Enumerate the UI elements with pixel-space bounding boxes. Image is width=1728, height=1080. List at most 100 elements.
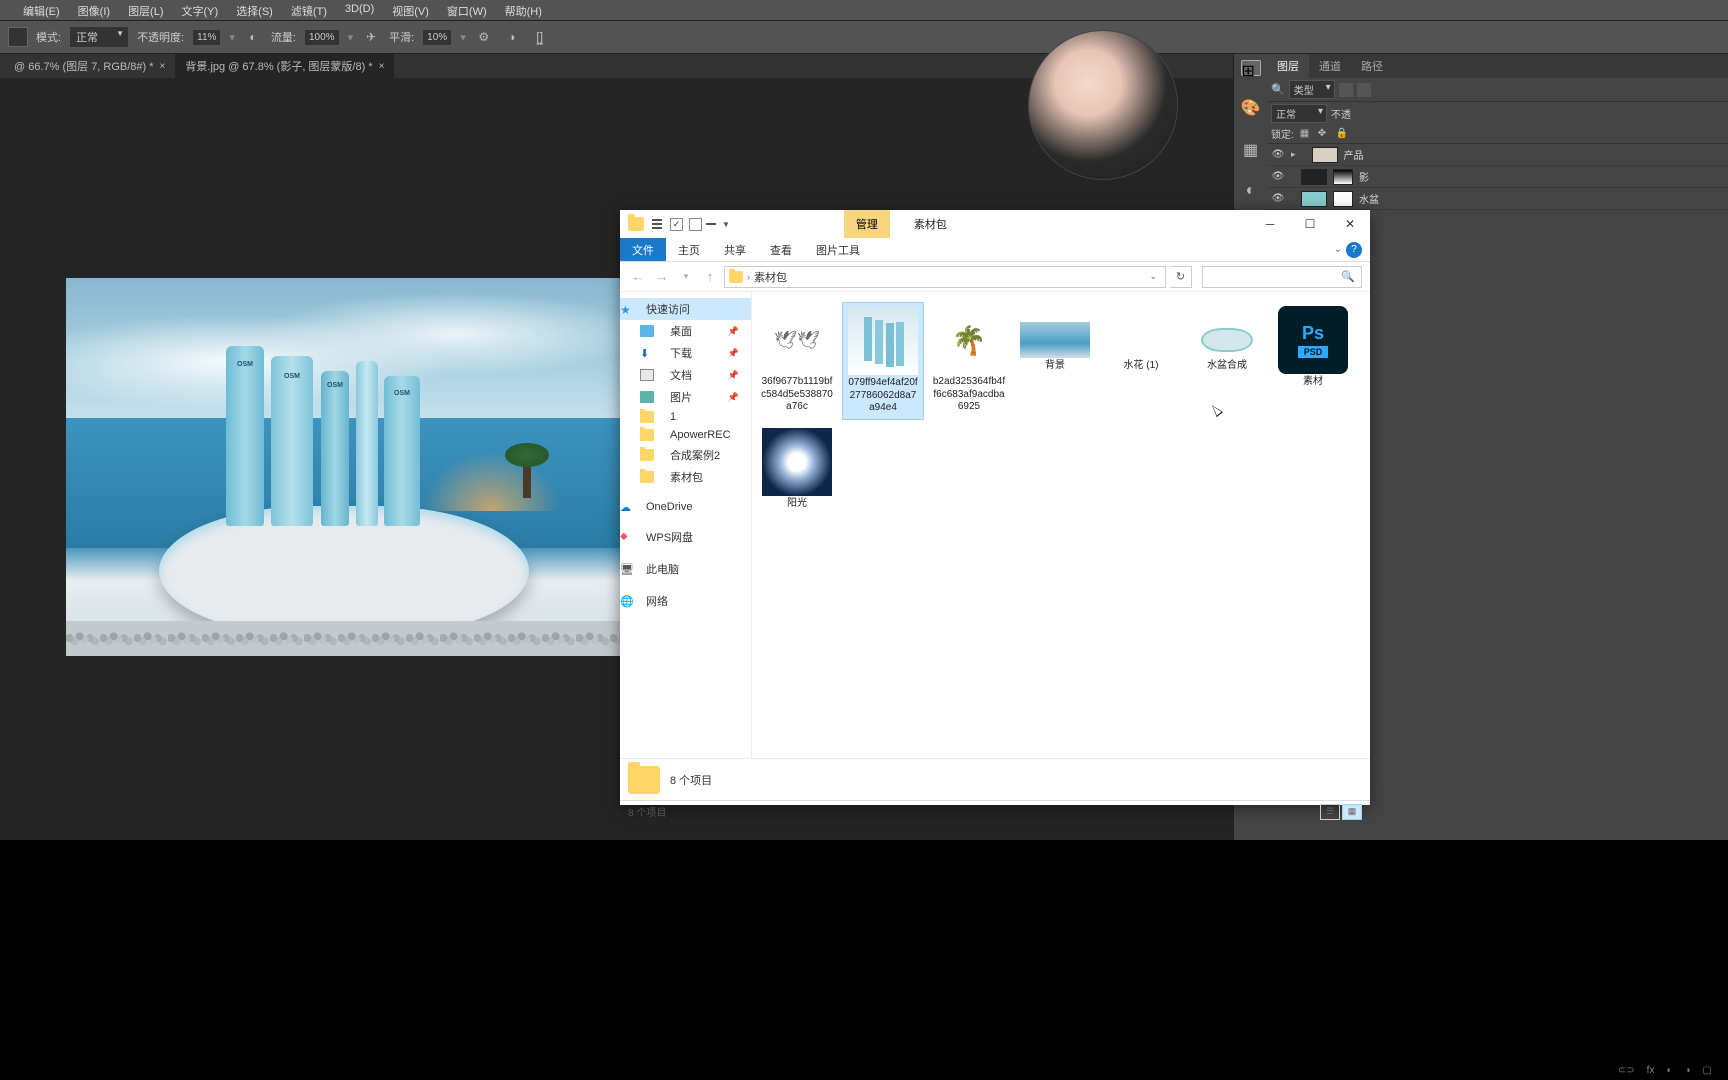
breadcrumb-current[interactable]: 素材包 — [754, 269, 787, 285]
airbrush-icon[interactable]: ✈ — [361, 27, 381, 47]
nav-item-1[interactable]: 1 — [620, 408, 751, 426]
ribbon-tab-share[interactable]: 共享 — [712, 238, 758, 261]
filter-kind-icon[interactable] — [1339, 83, 1353, 97]
maximize-button[interactable]: ☐ — [1290, 210, 1330, 238]
close-button[interactable]: ✕ — [1330, 210, 1370, 238]
ribbon-context-tab[interactable]: 管理 — [844, 210, 890, 238]
nav-back-button[interactable]: ← — [628, 267, 648, 287]
menu-filter[interactable]: 滤镜(T) — [282, 0, 336, 20]
layer-mask-thumbnail[interactable] — [1333, 169, 1353, 185]
close-icon[interactable]: × — [160, 61, 166, 72]
nav-item-快速访问[interactable]: ★快速访问 — [620, 298, 751, 320]
file-item[interactable]: PsPSD素材 — [1272, 302, 1354, 420]
file-item[interactable]: 背景 — [1014, 302, 1096, 420]
nav-item-ApowerREC[interactable]: ApowerREC — [620, 426, 751, 444]
expand-icon[interactable]: ▸ — [1291, 149, 1296, 160]
new-folder-icon[interactable] — [689, 218, 702, 231]
lock-pixels-icon[interactable]: ▦ — [1300, 128, 1312, 140]
nav-item-下载[interactable]: ⬇下载📌 — [620, 342, 751, 364]
minimize-button[interactable]: ─ — [1250, 210, 1290, 238]
tab-paths[interactable]: 路径 — [1351, 54, 1393, 78]
layer-row[interactable]: 👁 影 — [1267, 166, 1728, 188]
brush-preset-icon[interactable] — [8, 27, 28, 47]
gear-icon[interactable]: ⚙ — [474, 27, 494, 47]
layer-thumbnail[interactable] — [1312, 147, 1338, 163]
flow-value[interactable]: 100% — [304, 29, 340, 46]
filter-kind-icon[interactable] — [1357, 83, 1371, 97]
nav-item-OneDrive[interactable]: ☁OneDrive — [620, 498, 751, 516]
layer-mask-icon[interactable]: ◐ — [1666, 1065, 1672, 1076]
new-group-icon[interactable]: ▢ — [1703, 1065, 1712, 1076]
panel-icon[interactable]: ▦ — [1243, 140, 1258, 160]
tab-layers[interactable]: 图层 — [1267, 54, 1309, 78]
symmetry-icon[interactable]: ⦋⦌ — [530, 27, 550, 47]
layer-thumbnail[interactable] — [1301, 191, 1327, 207]
nav-item-图片[interactable]: 图片📌 — [620, 386, 751, 408]
menu-help[interactable]: 帮助(H) — [496, 0, 551, 20]
blend-mode-dropdown[interactable]: 正常 — [69, 26, 129, 48]
breadcrumb-separator[interactable]: › — [747, 272, 750, 282]
pressure-opacity-icon[interactable]: ◐ — [243, 27, 263, 47]
document-tab-2[interactable]: 背景.jpg @ 67.8% (影子, 图层蒙版/8) * × — [175, 54, 394, 78]
menu-edit[interactable]: 编辑(E) — [14, 0, 69, 20]
checkbox-icon[interactable]: ✓ — [670, 218, 683, 231]
nav-item-合成案例2[interactable]: 合成案例2 — [620, 444, 751, 466]
pressure-size-icon[interactable]: ◑ — [502, 27, 522, 47]
layer-name[interactable]: 产品 — [1344, 147, 1364, 162]
nav-item-桌面[interactable]: 桌面📌 — [620, 320, 751, 342]
ribbon-tab-home[interactable]: 主页 — [666, 238, 712, 261]
nav-item-网络[interactable]: 🌐网络 — [620, 590, 751, 612]
help-icon[interactable]: ? — [1346, 242, 1362, 258]
explorer-search-input[interactable]: 🔍 — [1202, 266, 1362, 288]
visibility-icon[interactable]: 👁 — [1271, 193, 1285, 204]
layer-thumbnail[interactable] — [1301, 169, 1327, 185]
menu-3d[interactable]: 3D(D) — [336, 0, 383, 20]
layer-blend-dropdown[interactable]: 正常 — [1271, 104, 1327, 123]
layer-name[interactable]: 水盆 — [1359, 191, 1379, 206]
tab-channels[interactable]: 通道 — [1309, 54, 1351, 78]
file-item[interactable]: 阳光 — [756, 424, 838, 515]
menu-view[interactable]: 视图(V) — [383, 0, 438, 20]
ribbon-tab-view[interactable]: 查看 — [758, 238, 804, 261]
file-item[interactable]: 🕊🕊36f9677b1119bfc584d5e538870a76c — [756, 302, 838, 420]
explorer-nav-pane[interactable]: ★快速访问桌面📌⬇下载📌文档📌图片📌1ApowerREC合成案例2素材包☁One… — [620, 292, 752, 758]
nav-up-button[interactable]: ↑ — [700, 267, 720, 287]
layer-filter-dropdown[interactable]: 类型 — [1289, 80, 1335, 99]
address-bar[interactable]: › 素材包 ⌄ — [724, 266, 1166, 288]
panel-icon[interactable]: ◐ — [1246, 182, 1256, 200]
ribbon-expand-icon[interactable]: ⌄ — [1334, 244, 1342, 255]
ribbon-tab-picture-tools[interactable]: 图片工具 — [804, 238, 872, 261]
link-layers-icon[interactable]: ⊂⊃ — [1618, 1065, 1635, 1076]
nav-forward-button[interactable]: → — [652, 267, 672, 287]
visibility-icon[interactable]: 👁 — [1271, 171, 1285, 182]
menu-window[interactable]: 窗口(W) — [438, 0, 496, 20]
document-tab-1[interactable]: @ 66.7% (图层 7, RGB/8#) * × — [4, 54, 175, 78]
nav-item-此电脑[interactable]: 🖥此电脑 — [620, 558, 751, 580]
panel-icon[interactable]: ⊞ — [1241, 60, 1261, 76]
address-dropdown-icon[interactable]: ⌄ — [1145, 271, 1161, 282]
file-item[interactable]: 🌴b2ad325364fb4ff6c683af9acdba6925 — [928, 302, 1010, 420]
explorer-file-pane[interactable]: 🕊🕊36f9677b1119bfc584d5e538870a76c079ff94… — [752, 292, 1370, 758]
adjustment-layer-icon[interactable]: ◑ — [1685, 1065, 1691, 1076]
panel-icon[interactable]: 🎨 — [1241, 98, 1261, 118]
file-item[interactable]: 水盆合成 — [1186, 302, 1268, 420]
refresh-button[interactable]: ↻ — [1170, 266, 1192, 288]
lock-position-icon[interactable]: ✥ — [1318, 128, 1330, 140]
nav-item-WPS网盘[interactable]: ◆WPS网盘 — [620, 526, 751, 548]
layer-fx-icon[interactable]: fx — [1647, 1065, 1655, 1076]
layer-row[interactable]: 👁 ▸ 产品 — [1267, 144, 1728, 166]
layer-row[interactable]: 👁 水盆 — [1267, 188, 1728, 210]
close-icon[interactable]: × — [379, 61, 385, 72]
smooth-value[interactable]: 10% — [422, 29, 452, 46]
opacity-value[interactable]: 11% — [192, 29, 221, 46]
file-item[interactable]: 水花 (1) — [1100, 302, 1182, 420]
qat-dropdown-icon[interactable]: ▼ — [718, 220, 734, 229]
explorer-titlebar[interactable]: ✓ ▼ 管理 素材包 ─ ☐ ✕ — [620, 210, 1370, 238]
menu-select[interactable]: 选择(S) — [227, 0, 282, 20]
canvas-image[interactable]: OSM OSM OSM OSM — [66, 278, 621, 656]
lock-icon[interactable]: 🔒 — [1336, 128, 1348, 140]
menu-type[interactable]: 文字(Y) — [173, 0, 228, 20]
file-item[interactable]: 079ff94ef4af20f27786062d8a7a94e4 — [842, 302, 924, 420]
layer-name[interactable]: 影 — [1359, 169, 1369, 184]
menu-image[interactable]: 图像(I) — [69, 0, 119, 20]
